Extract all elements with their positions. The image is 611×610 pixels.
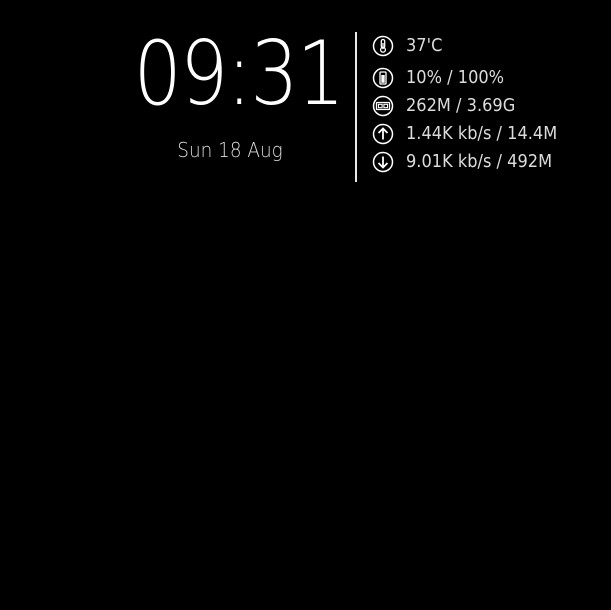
thermometer-icon [372,35,394,57]
desktop-widget: 09:31 Sun 18 Aug 37'C 10% / 100% 262M / … [0,0,611,200]
clock-date: Sun 18 Aug [177,138,283,162]
arrow-down-circle-icon [372,151,394,173]
memory-value: 262M / 3.69G [406,95,516,116]
stat-upload: 1.44K kb/s / 14.4M [372,120,602,148]
cpu-value: 10% / 100% [406,67,505,88]
clock-time: 09:31 [133,22,345,125]
memory-chip-icon [372,95,394,117]
temperature-value: 37'C [406,35,443,56]
stat-cpu: 10% / 100% [372,64,602,92]
divider [355,32,357,182]
stat-temperature: 37'C [372,32,602,60]
download-value: 9.01K kb/s / 492M [406,151,553,172]
clock: 09:31 Sun 18 Aug [118,22,345,163]
arrow-up-circle-icon [372,123,394,145]
upload-value: 1.44K kb/s / 14.4M [406,123,558,144]
stat-download: 9.01K kb/s / 492M [372,148,602,176]
stat-memory: 262M / 3.69G [372,92,602,120]
system-stats: 37'C 10% / 100% 262M / 3.69G 1.44K kb/s … [372,32,602,176]
battery-icon [372,67,394,89]
